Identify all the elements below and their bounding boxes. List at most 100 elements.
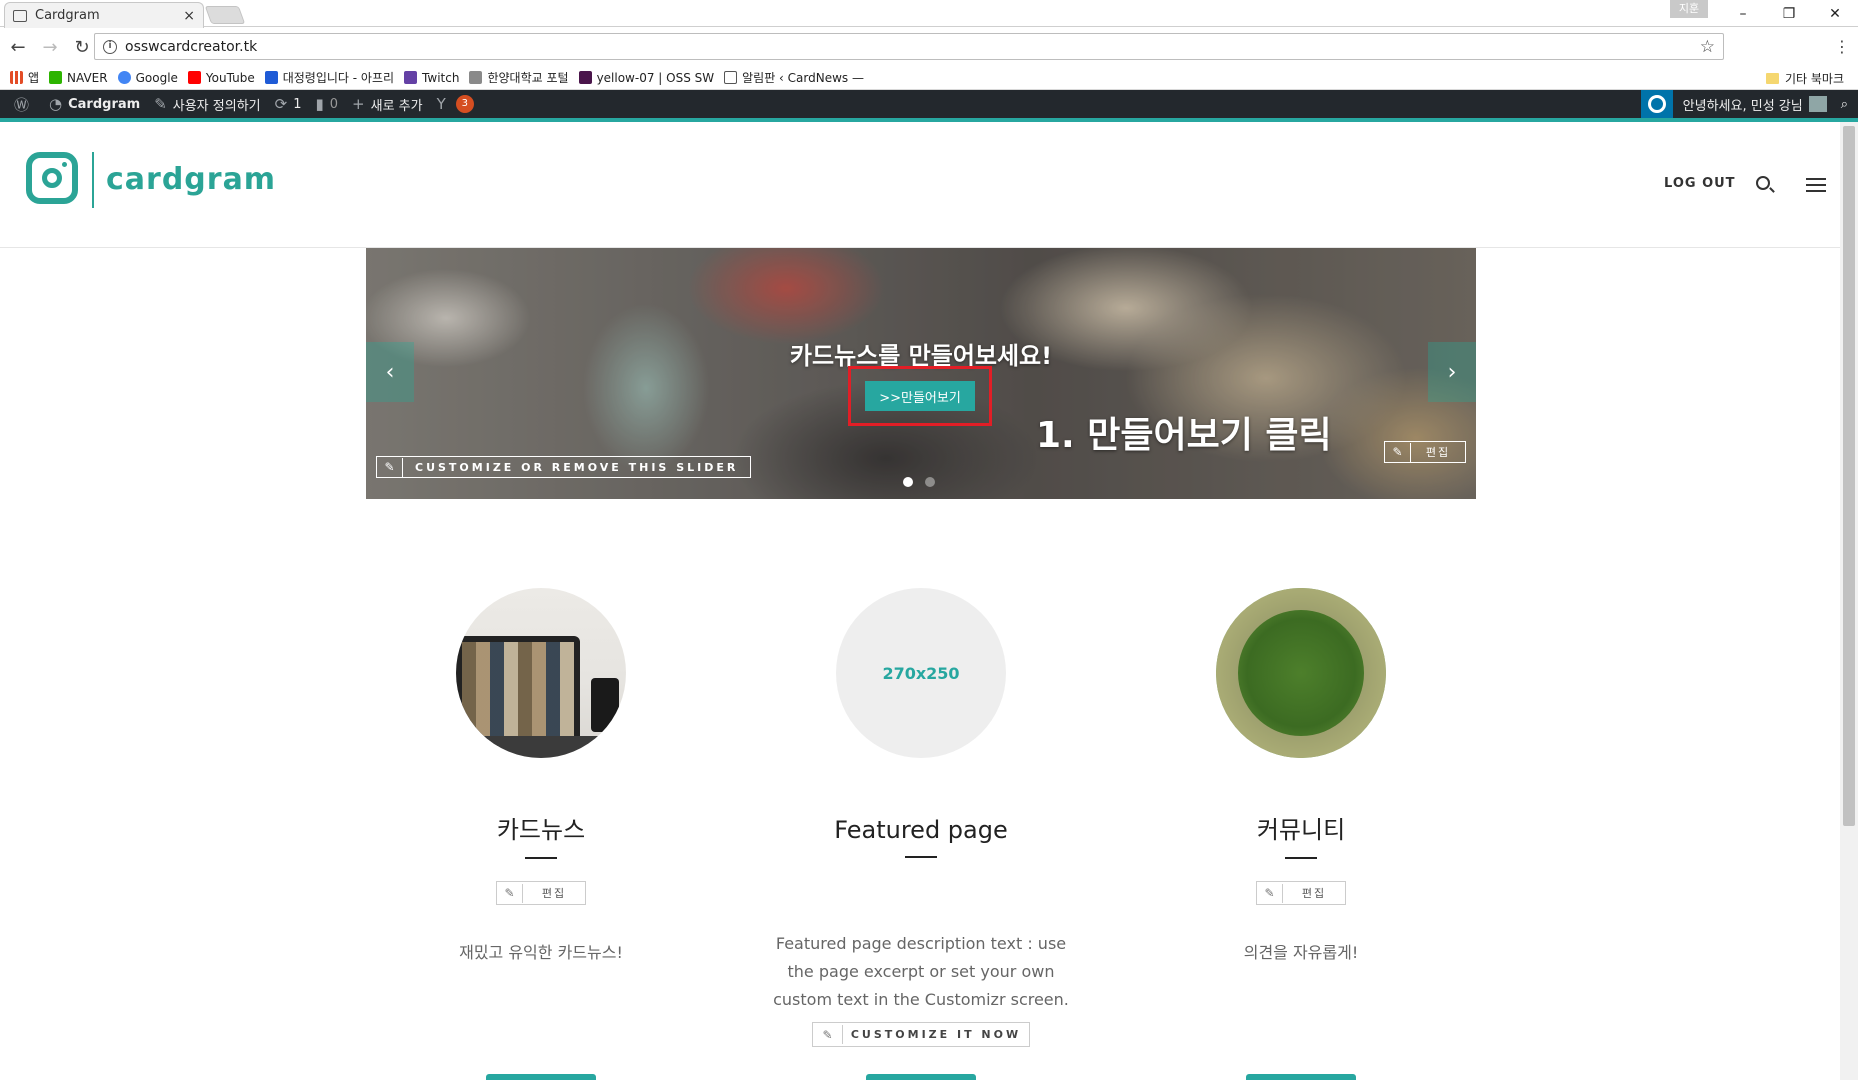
customize-it-now-button[interactable]: ✎ CUSTOMIZE IT NOW [812,1022,1030,1047]
twitch-icon [404,71,418,84]
pencil-icon: ✎ [497,883,523,903]
hamburger-menu-icon[interactable] [1806,178,1826,192]
featured-title[interactable]: Featured page [761,816,1081,844]
plus-icon: + [352,95,365,113]
site-header: cardgram LOG OUT [0,122,1840,248]
bookmarks-bar: 앱 NAVER Google YouTube 대정령입니다 - 아프리 Twit… [0,66,1858,90]
featured-image-laptop[interactable] [456,588,626,758]
url-text: osswcardcreator.tk [125,38,258,55]
bookmark-star-icon[interactable]: ☆ [1700,37,1715,57]
customize-item[interactable]: ✎ 사용자 정의하기 [154,95,260,114]
bookmark-hanyang[interactable]: 한양대학교 포털 [469,69,569,86]
customize-slider-button[interactable]: ✎ CUSTOMIZE OR REMOVE THIS SLIDER [376,456,752,478]
featured-placeholder-image[interactable]: 270x250 [836,588,1006,758]
slack-icon [578,71,592,84]
help-lifebuoy-icon[interactable] [1640,90,1673,118]
read-more-button[interactable] [866,1074,976,1080]
tab-favicon-icon [13,9,27,22]
slider-dot-active[interactable] [903,477,913,487]
logo-divider [92,152,94,208]
featured-description: 재밌고 유익한 카드뉴스! [459,943,623,962]
wp-admin-bar: Ⓦ ◔ Cardgram ✎ 사용자 정의하기 ⟳ 1 ▮ 0 + 새로 추가 Y3 안녕… [0,90,1858,122]
featured-description: Featured page description text : use the… [773,934,1069,1009]
profile-badge[interactable]: 지훈 [1670,0,1708,18]
featured-image-hands[interactable] [1216,588,1386,758]
search-icon[interactable] [1756,176,1770,190]
my-account-item[interactable]: 안녕하세요, 민성 강님 [1683,95,1827,114]
read-more-button[interactable] [1246,1074,1356,1080]
featured-card-cardnews: 카드뉴스 ✎ 편집 재밌고 유익한 카드뉴스! [381,588,701,967]
title-underline [525,857,557,859]
bookmark-apps[interactable]: 앱 [10,69,39,86]
dashboard-gauge-icon: ◔ [49,95,63,113]
minimize-icon[interactable]: – [1720,0,1766,27]
google-icon [117,71,131,84]
naver-icon [49,71,63,84]
title-underline [905,856,937,858]
camera-logo-icon[interactable] [26,152,78,204]
scrollbar-thumb[interactable] [1843,126,1855,826]
afreeca-icon [264,71,278,84]
updates-icon: ⟳ [274,95,288,113]
pencil-icon: ✎ [377,457,403,477]
featured-description: 의견을 자유롭게! [1243,943,1359,962]
reload-icon[interactable]: ↻ [68,33,96,61]
admin-bar-right: 안녕하세요, 민성 강님 ⌕ [1640,90,1858,118]
address-bar[interactable]: i osswcardcreator.tk ☆ [94,33,1724,60]
close-window-icon[interactable]: ✕ [1812,0,1858,27]
read-more-button[interactable] [486,1074,596,1080]
bookmark-naver[interactable]: NAVER [49,71,108,85]
brush-icon: ✎ [154,95,167,113]
youtube-icon [187,71,201,84]
hero-slider: ‹ › 카드뉴스를 만들어보세요! >>만들어보기 1. 만들어보기 클릭 ✎ … [366,248,1476,499]
avatar [1808,96,1827,112]
bookmark-afreeca[interactable]: 대정령입니다 - 아프리 [264,69,394,86]
logout-link[interactable]: LOG OUT [1664,176,1736,191]
site-name-item[interactable]: ◔ Cardgram [49,95,140,113]
bookmark-twitch[interactable]: Twitch [404,71,459,85]
pencil-icon: ✎ [1257,883,1283,903]
comment-icon: ▮ [315,95,324,113]
comments-item[interactable]: ▮ 0 [315,95,338,113]
featured-title[interactable]: 카드뉴스 [381,810,701,845]
make-cardnews-button[interactable]: >>만들어보기 [865,381,975,411]
tab-close-icon[interactable]: × [183,8,195,24]
featured-edit-button[interactable]: ✎ 편집 [1256,881,1346,905]
bookmark-slack[interactable]: yellow-07 | OSS SW [578,71,714,85]
bookmark-cardnews-admin[interactable]: 알림판 ‹ CardNews — [724,69,864,86]
site-logo-text[interactable]: cardgram [106,162,276,197]
other-bookmarks[interactable]: 기타 북마크 [1765,70,1844,87]
pencil-icon: ✎ [813,1025,843,1044]
browser-menu-icon[interactable]: ⋮ [1834,37,1850,56]
new-tab-button[interactable] [204,6,246,24]
instruction-annotation: 1. 만들어보기 클릭 [1036,415,1332,456]
updates-item[interactable]: ⟳ 1 [275,95,302,113]
apps-icon [10,71,23,84]
featured-card-placeholder: 270x250 Featured page Featured page desc… [761,588,1081,1047]
yoast-badge: 3 [455,95,474,113]
slider-dot[interactable] [925,477,935,487]
wp-logo-item[interactable]: Ⓦ [14,94,35,115]
tab-title: Cardgram [35,8,100,23]
bookmark-youtube[interactable]: YouTube [187,71,255,85]
folder-icon [1765,73,1779,84]
browser-tab[interactable]: Cardgram × [4,2,204,28]
back-icon[interactable]: ← [4,33,32,61]
new-content-item[interactable]: + 새로 추가 [352,95,423,114]
forward-icon[interactable]: → [36,33,64,61]
window-controls: – ❐ ✕ [1720,0,1858,27]
title-underline [1285,857,1317,859]
bookmark-google[interactable]: Google [117,71,178,85]
yoast-icon: Y [436,95,446,113]
wordpress-icon: Ⓦ [14,95,30,114]
admin-search-icon[interactable]: ⌕ [1841,97,1848,112]
slider-edit-button[interactable]: ✎ 편집 [1384,441,1466,463]
site-info-icon[interactable]: i [103,39,117,54]
yoast-item[interactable]: Y3 [437,95,474,113]
page-scrollbar[interactable] [1840,122,1858,1080]
featured-title[interactable]: 커뮤니티 [1141,810,1461,845]
featured-edit-button[interactable]: ✎ 편집 [496,881,586,905]
restore-icon[interactable]: ❐ [1766,0,1812,27]
browser-tabstrip: Cardgram × 지훈 – ❐ ✕ [0,0,1858,28]
hanyang-icon [469,71,483,84]
